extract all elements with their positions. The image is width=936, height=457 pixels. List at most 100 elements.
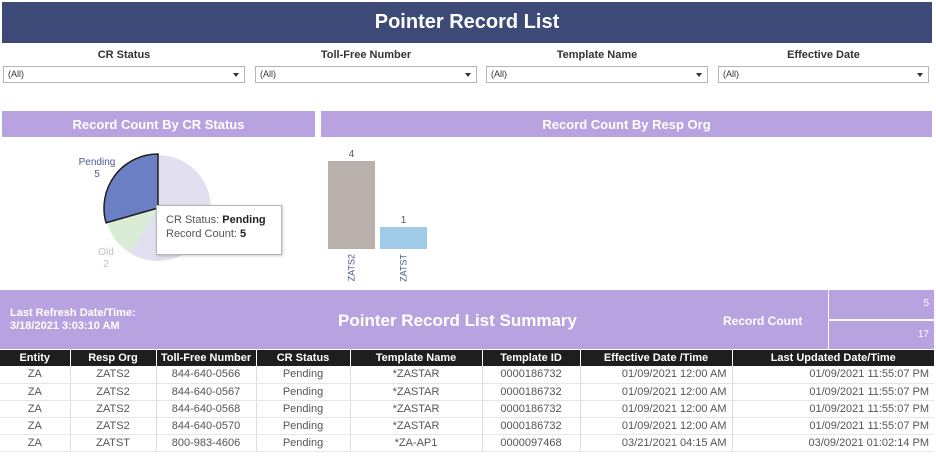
record-count-value: 17 [828, 320, 934, 349]
cr-status-chart-header: Record Count By CR Status [2, 111, 315, 137]
category-label: ZATST [399, 254, 409, 282]
tooltip-value: 5 [240, 228, 247, 240]
filter-label: Template Name [556, 49, 638, 61]
record-count-label: Record Count [723, 314, 803, 328]
table-cell: 01/09/2021 11:55:07 PM [732, 400, 934, 418]
slice-value: 2 [103, 259, 109, 270]
bar[interactable] [328, 161, 375, 249]
column-header[interactable]: Template ID [482, 350, 581, 366]
filter-effective-date: Effective Date (All) [718, 49, 929, 83]
filter-template-name: Template Name (All) [486, 49, 708, 83]
table-cell: *ZASTAR [350, 366, 483, 384]
toll-free-number-select[interactable]: (All) [255, 66, 477, 83]
cr-status-select[interactable]: (All) [3, 66, 245, 83]
chevron-down-icon [696, 73, 702, 77]
table-row[interactable]: ZA ZATS2 844-640-0570 Pending *ZASTAR 00… [0, 417, 934, 435]
column-header[interactable]: Toll-Free Number [156, 350, 257, 366]
filter-label: CR Status [97, 49, 151, 61]
table-row[interactable]: ZA ZATS2 844-640-0567 Pending *ZASTAR 00… [0, 383, 934, 401]
tooltip-key: Record Count: [166, 228, 237, 240]
column-header[interactable]: Entity [0, 350, 71, 366]
column-header[interactable]: Effective Date /Time [580, 350, 733, 366]
table-cell: 0000186732 [482, 417, 581, 435]
tooltip-key: CR Status: [166, 214, 220, 226]
bar[interactable] [380, 227, 427, 249]
table-cell: 844-640-0566 [156, 366, 257, 384]
table-cell: 844-640-0570 [156, 417, 257, 435]
table-cell: 01/09/2021 11:55:07 PM [732, 417, 934, 435]
table-cell: 01/09/2021 12:00 AM [580, 417, 733, 435]
slice-label: Pending [79, 157, 116, 168]
table-cell: ZA [0, 434, 71, 452]
table-row[interactable]: ZA ZATS2 844-640-0568 Pending *ZASTAR 00… [0, 400, 934, 418]
table-cell: *ZASTAR [350, 383, 483, 401]
table-cell: 0000097468 [482, 434, 581, 452]
bar-value-label: 1 [401, 215, 407, 226]
pointer-record-table: Entity Resp Org Toll-Free Number CR Stat… [0, 350, 934, 452]
table-cell: ZATST [70, 434, 157, 452]
table-header-row: Entity Resp Org Toll-Free Number CR Stat… [0, 350, 934, 366]
table-cell: 0000186732 [482, 383, 581, 401]
resp-org-chart-header: Record Count By Resp Org [321, 111, 932, 137]
table-cell: *ZA-AP1 [350, 434, 483, 452]
column-header[interactable]: Last Updated Date/Time [732, 350, 934, 366]
table-row[interactable]: ZA ZATS2 844-640-0566 Pending *ZASTAR 00… [0, 366, 934, 384]
table-cell: 03/09/2021 01:02:14 PM [732, 434, 934, 452]
column-header[interactable]: Resp Org [70, 350, 157, 366]
table-cell: ZA [0, 383, 71, 401]
resp-org-bar-chart: 4 ZATS2 1 ZATST [320, 140, 460, 290]
page-title: Pointer Record List [2, 2, 932, 43]
table-cell: ZA [0, 366, 71, 384]
chevron-down-icon [917, 73, 923, 77]
table-cell: ZA [0, 400, 71, 418]
table-row[interactable]: ZA ZATST 800-983-4606 Pending *ZA-AP1 00… [0, 434, 934, 452]
table-cell: ZATS2 [70, 417, 157, 435]
table-cell: Pending [256, 434, 351, 452]
table-cell: 800-983-4606 [156, 434, 257, 452]
category-label: ZATS2 [347, 254, 357, 281]
slice-label: Old [98, 247, 114, 258]
table-cell: Pending [256, 400, 351, 418]
bar-value-label: 4 [349, 149, 355, 160]
table-cell: *ZASTAR [350, 400, 483, 418]
refresh-value: 3/18/2021 3:03:10 AM [10, 320, 120, 332]
table-cell: *ZASTAR [350, 417, 483, 435]
chart-tooltip: CR Status: Pending Record Count: 5 [156, 205, 282, 255]
table-cell: 01/09/2021 12:00 AM [580, 383, 733, 401]
summary-title: Pointer Record List Summary [338, 311, 578, 330]
column-header[interactable]: Template Name [350, 350, 483, 366]
table-cell: Pending [256, 417, 351, 435]
column-header[interactable]: CR Status [256, 350, 351, 366]
record-count-value: 5 [828, 290, 934, 319]
table-cell: Pending [256, 366, 351, 384]
table-cell: ZA [0, 417, 71, 435]
bar-svg: 4 ZATS2 1 ZATST [328, 149, 427, 282]
template-name-select[interactable]: (All) [486, 66, 708, 83]
effective-date-select[interactable]: (All) [718, 66, 929, 83]
table-cell: ZATS2 [70, 366, 157, 384]
select-value: (All) [491, 69, 507, 79]
table-cell: 844-640-0567 [156, 383, 257, 401]
filter-cr-status: CR Status (All) [3, 49, 245, 83]
filter-label: Toll-Free Number [320, 49, 412, 61]
tooltip-value: Pending [222, 214, 266, 226]
table-cell: 0000186732 [482, 366, 581, 384]
slice-value: 5 [94, 169, 100, 180]
table-cell: Pending [256, 383, 351, 401]
table-cell: 844-640-0568 [156, 400, 257, 418]
table-cell: 01/09/2021 12:00 AM [580, 400, 733, 418]
chevron-down-icon [233, 73, 239, 77]
table-cell: 0000186732 [482, 400, 581, 418]
refresh-label: Last Refresh Date/Time: [10, 307, 136, 319]
chevron-down-icon [465, 73, 471, 77]
filter-label: Effective Date [787, 49, 860, 61]
table-cell: 01/09/2021 11:55:07 PM [732, 383, 934, 401]
select-value: (All) [8, 69, 24, 79]
table-cell: 03/21/2021 04:15 AM [580, 434, 733, 452]
select-value: (All) [723, 69, 739, 79]
filter-toll-free-number: Toll-Free Number (All) [255, 49, 477, 83]
select-value: (All) [260, 69, 276, 79]
table-cell: ZATS2 [70, 383, 157, 401]
table-cell: ZATS2 [70, 400, 157, 418]
table-cell: 01/09/2021 11:55:07 PM [732, 366, 934, 384]
